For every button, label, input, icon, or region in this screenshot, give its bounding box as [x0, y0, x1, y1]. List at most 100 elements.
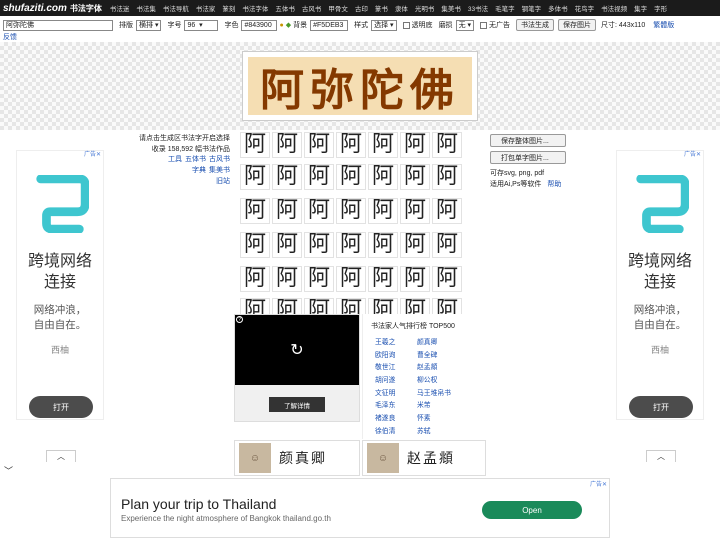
calligrapher-link[interactable]: 颜真卿 — [417, 336, 477, 346]
save-all-button[interactable]: 保存整体图片... — [490, 134, 566, 147]
character-variant[interactable]: 阿 — [240, 232, 270, 258]
character-variant[interactable]: 阿 — [336, 132, 366, 158]
character-variant[interactable]: 阿 — [432, 164, 462, 190]
calligrapher-link[interactable]: 王羲之 — [375, 336, 417, 346]
size-select[interactable]: 96 ▾ — [184, 19, 219, 31]
replay-icon[interactable]: ↻ — [290, 340, 303, 360]
collapse-up-icon[interactable]: ︿ — [646, 450, 676, 462]
calligrapher-link[interactable]: 胡问遂 — [375, 374, 417, 384]
ad-open-button[interactable]: 打开 — [29, 396, 93, 418]
save-image-button[interactable]: 保存图片 — [558, 19, 597, 31]
wear-select[interactable]: 无 ▾ — [455, 19, 475, 31]
ad-tag[interactable]: 广告✕ — [590, 479, 607, 488]
character-variant[interactable]: 阿 — [304, 164, 334, 190]
help-icon[interactable]: ? — [236, 316, 243, 323]
nav-link[interactable]: 甲骨文 — [328, 3, 348, 13]
video-player[interactable]: ? ↻ — [235, 315, 359, 385]
nav-link[interactable]: 花鸟字 — [575, 3, 595, 13]
bottom-banner-ad[interactable]: 广告✕ Plan your trip to Thailand Experienc… — [110, 478, 610, 538]
generate-button[interactable]: 书法生成 — [516, 19, 555, 31]
color-input[interactable]: #843900 — [241, 19, 278, 31]
character-variant[interactable]: 阿 — [400, 266, 430, 292]
character-variant[interactable]: 阿 — [368, 232, 398, 258]
character-variant[interactable]: 阿 — [368, 298, 398, 314]
noad-checkbox[interactable] — [480, 21, 488, 29]
calligrapher-link[interactable]: 怀素 — [417, 412, 477, 422]
character-variant[interactable]: 阿 — [432, 198, 462, 224]
character-variant[interactable]: 阿 — [400, 198, 430, 224]
character-variant[interactable]: 阿 — [400, 164, 430, 190]
calligrapher-link[interactable]: 马王堆帛书 — [417, 387, 477, 397]
character-variant[interactable]: 阿 — [336, 298, 366, 314]
tool-link[interactable]: 集美书 — [209, 167, 230, 174]
old-site-link[interactable]: 旧站 — [216, 178, 230, 185]
bg-picker-icon[interactable]: ◆ — [286, 21, 291, 29]
nav-link[interactable]: 集字 — [634, 3, 647, 13]
layout-select[interactable]: 横排 ▾ — [136, 19, 162, 31]
calligraphy-preview[interactable]: 阿弥陀佛 — [242, 51, 478, 121]
character-variant[interactable]: 阿 — [304, 298, 334, 314]
color-picker-icon[interactable]: ● — [279, 22, 283, 29]
character-variant[interactable]: 阿 — [240, 266, 270, 292]
left-side-ad[interactable]: 广告✕ 跨境网络 连接 网络冲浪， 自由自在。 西柚 打开 — [16, 150, 104, 420]
character-variant[interactable]: 阿 — [240, 164, 270, 190]
character-variant[interactable]: 阿 — [304, 132, 334, 158]
ad-tag[interactable]: 广告✕ — [684, 149, 701, 158]
right-side-ad[interactable]: 广告✕ 跨境网络 连接 网络冲浪， 自由自在。 西柚 打开 — [616, 150, 704, 420]
character-variant[interactable]: 阿 — [240, 132, 270, 158]
traditional-link[interactable]: 繁體版 — [653, 20, 674, 30]
calligrapher-link[interactable]: 毛泽东 — [375, 399, 417, 409]
calligrapher-link[interactable]: 敬世江 — [375, 361, 417, 371]
character-variant[interactable]: 阿 — [336, 198, 366, 224]
nav-link[interactable]: 篆刻 — [222, 3, 235, 13]
character-variant[interactable]: 阿 — [304, 232, 334, 258]
nav-link[interactable]: 书法迷 — [110, 3, 130, 13]
calligrapher-link[interactable]: 苏轼 — [417, 425, 477, 435]
calligrapher-link[interactable]: 米芾 — [417, 399, 477, 409]
text-input[interactable]: 阿弥陀佛 — [3, 19, 113, 31]
bottom-ad-open-button[interactable]: Open — [482, 501, 582, 519]
nav-link[interactable]: 古风书 — [302, 3, 322, 13]
style-select[interactable]: 选择 ▾ — [371, 19, 397, 31]
nav-link[interactable]: 隶体 — [395, 3, 408, 13]
character-variant[interactable]: 阿 — [240, 198, 270, 224]
tool-link[interactable]: 五体书 — [185, 156, 206, 163]
character-variant[interactable]: 阿 — [272, 164, 302, 190]
nav-link[interactable]: 五体书 — [275, 3, 295, 13]
character-variant[interactable]: 阿 — [368, 132, 398, 158]
character-variant[interactable]: 阿 — [272, 132, 302, 158]
character-variant[interactable]: 阿 — [240, 298, 270, 314]
character-variant[interactable]: 阿 — [368, 198, 398, 224]
collapse-up-icon[interactable]: ︿ — [46, 450, 76, 462]
character-variant[interactable]: 阿 — [368, 164, 398, 190]
character-variant[interactable]: 阿 — [304, 198, 334, 224]
nav-link[interactable]: 字形 — [654, 3, 667, 13]
nav-link[interactable]: 光明书 — [415, 3, 435, 13]
calligrapher-link[interactable]: 曹全碑 — [417, 349, 477, 359]
nav-link[interactable]: 书法集 — [136, 3, 156, 13]
character-variant[interactable]: 阿 — [368, 266, 398, 292]
nav-link[interactable]: 集美书 — [441, 3, 461, 13]
character-variant[interactable]: 阿 — [400, 298, 430, 314]
character-variant[interactable]: 阿 — [400, 232, 430, 258]
character-variant[interactable]: 阿 — [432, 132, 462, 158]
character-variant[interactable]: 阿 — [272, 232, 302, 258]
calligrapher-link[interactable]: 黄庭坚 — [417, 438, 477, 440]
bg-color-input[interactable]: #F5DEB3 — [310, 19, 349, 31]
feedback-link[interactable]: 反馈 — [3, 32, 17, 42]
calligrapher-card[interactable]: ☺ 颜真卿 — [234, 440, 360, 476]
nav-link[interactable]: 毛笔字 — [495, 3, 515, 13]
calligrapher-link[interactable]: 赵孟頫 — [417, 361, 477, 371]
character-variant[interactable]: 阿 — [400, 132, 430, 158]
nav-link[interactable]: 多体书 — [548, 3, 568, 13]
calligrapher-link[interactable]: 褚遂良 — [375, 412, 417, 422]
character-variant[interactable]: 阿 — [336, 232, 366, 258]
nav-link[interactable]: 钢笔字 — [522, 3, 542, 13]
nav-link[interactable]: 篆书 — [375, 3, 388, 13]
nav-link[interactable]: 书法导航 — [163, 3, 189, 13]
video-details-button[interactable]: 了解详情 — [269, 397, 325, 412]
ad-tag[interactable]: 广告✕ — [84, 149, 101, 158]
character-variant[interactable]: 阿 — [432, 266, 462, 292]
character-variant[interactable]: 阿 — [336, 266, 366, 292]
character-variant[interactable]: 阿 — [432, 232, 462, 258]
